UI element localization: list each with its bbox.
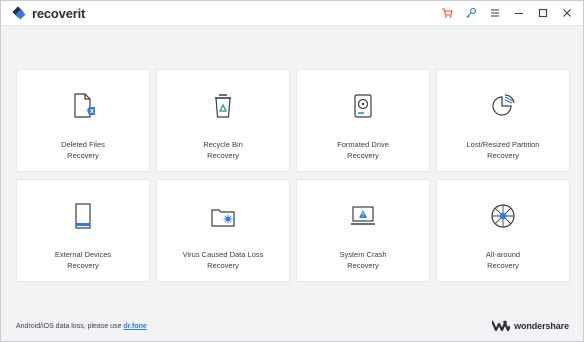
app-window: recoverit Deleted Files Recovery Recycle… xyxy=(0,0,584,342)
title-bar: recoverit xyxy=(1,1,583,26)
card-label: Deleted Files Recovery xyxy=(61,140,105,160)
card-label: System Crash Recovery xyxy=(339,250,387,270)
card-lost-resized-partition-recovery[interactable]: Lost/Resized Partition Recovery xyxy=(436,69,570,172)
app-name: recoverit xyxy=(32,5,86,21)
card-deleted-files-recovery[interactable]: Deleted Files Recovery xyxy=(16,69,150,172)
card-label: Formated Drive Recovery xyxy=(337,140,389,160)
minimize-button[interactable] xyxy=(509,3,529,23)
title-bar-controls xyxy=(433,1,577,25)
app-logo: recoverit xyxy=(11,5,85,21)
card-system-crash-recovery[interactable]: System Crash Recovery xyxy=(296,179,430,282)
card-formated-drive-recovery[interactable]: Formated Drive Recovery xyxy=(296,69,430,172)
close-icon xyxy=(563,9,571,17)
maximize-icon xyxy=(538,8,548,18)
footer-note: Android/iOS data loss, please use dr.fon… xyxy=(16,323,147,330)
all-around-icon xyxy=(491,204,515,228)
cart-button[interactable] xyxy=(437,3,457,23)
virus-folder-icon xyxy=(211,209,235,227)
formatted-drive-icon xyxy=(354,94,372,118)
card-label: All-around Recovery xyxy=(485,250,521,270)
card-recycle-bin-recovery[interactable]: Recycle Bin Recovery xyxy=(156,69,290,172)
minimize-icon xyxy=(515,12,523,15)
drfone-link[interactable]: dr.fone xyxy=(123,323,146,330)
card-virus-caused-data-loss-recovery[interactable]: Virus Caused Data Loss Recovery xyxy=(156,179,290,282)
recoverit-logo-icon xyxy=(12,6,26,20)
card-label: Recycle Bin Recovery xyxy=(203,140,243,160)
external-device-icon xyxy=(75,203,91,229)
register-key-button[interactable] xyxy=(461,3,481,23)
menu-icon xyxy=(491,9,499,17)
wondershare-logo-icon xyxy=(492,320,511,331)
cart-icon xyxy=(442,8,453,18)
close-button[interactable] xyxy=(557,3,577,23)
menu-button[interactable] xyxy=(485,3,505,23)
card-all-around-recovery[interactable]: All-around Recovery xyxy=(436,179,570,282)
recovery-mode-grid: Deleted Files Recovery Recycle Bin Recov… xyxy=(16,69,570,282)
card-external-devices-recovery[interactable]: External Devices Recovery xyxy=(16,179,150,282)
card-label: External Devices Recovery xyxy=(54,250,112,270)
wondershare-brand: wondershare xyxy=(492,320,569,331)
maximize-button[interactable] xyxy=(533,3,553,23)
card-label: Virus Caused Data Loss Recovery xyxy=(182,250,264,270)
card-label: Lost/Resized Partition Recovery xyxy=(466,140,540,160)
deleted-file-icon xyxy=(74,93,95,118)
recycle-bin-icon xyxy=(215,94,231,118)
key-icon xyxy=(466,8,476,18)
brand-name: wondershare xyxy=(514,320,569,331)
partition-icon xyxy=(492,94,515,116)
system-crash-icon xyxy=(351,206,375,225)
